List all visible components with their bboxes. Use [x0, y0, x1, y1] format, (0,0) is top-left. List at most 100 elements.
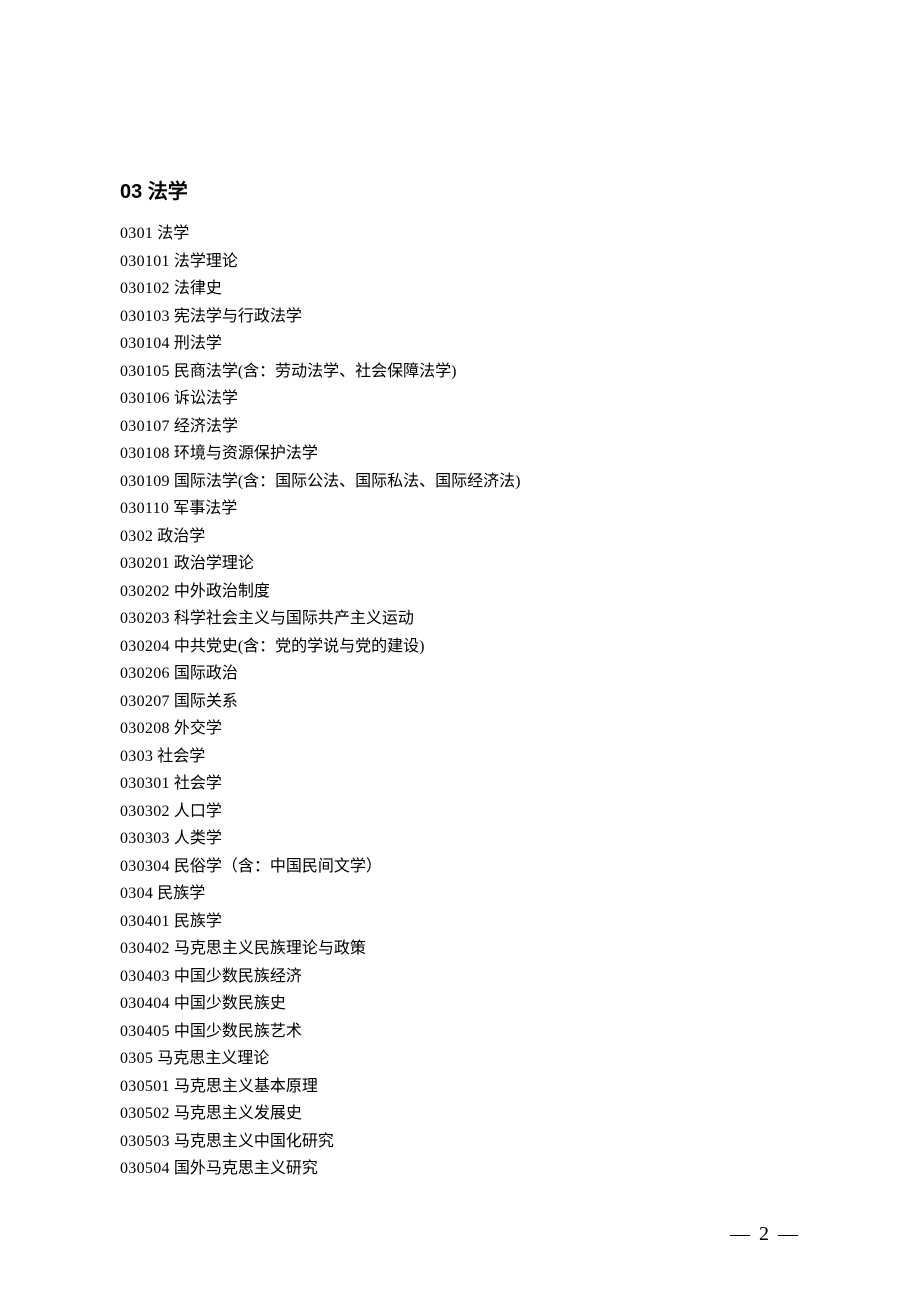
list-item: 030404中国少数民族史 — [120, 990, 800, 1018]
entry-text: 马克思主义基本原理 — [174, 1078, 318, 1095]
list-item: 0301法学 — [120, 220, 800, 248]
entry-code: 0303 — [120, 748, 153, 765]
entry-text: 社会学 — [157, 748, 205, 765]
entry-text: 政治学 — [157, 528, 205, 545]
list-item: 030207国际关系 — [120, 688, 800, 716]
list-item: 030102法律史 — [120, 275, 800, 303]
list-item: 030108环境与资源保护法学 — [120, 440, 800, 468]
page-number: — 2 — — [730, 1223, 800, 1246]
list-item: 030109国际法学(含：国际公法、国际私法、国际经济法) — [120, 468, 800, 496]
entry-code: 030302 — [120, 803, 170, 820]
heading-code: 03 — [120, 181, 142, 203]
entry-code: 030102 — [120, 280, 170, 297]
entry-text: 民族学 — [157, 885, 205, 902]
entry-code: 030108 — [120, 445, 170, 462]
entry-code: 030503 — [120, 1133, 170, 1150]
entry-code: 030109 — [120, 473, 170, 490]
list-item: 030204中共党史(含：党的学说与党的建设) — [120, 633, 800, 661]
entry-code: 030304 — [120, 858, 170, 875]
entry-text: 经济法学 — [174, 418, 238, 435]
entry-code: 0305 — [120, 1050, 153, 1067]
entry-code: 030101 — [120, 253, 170, 270]
section-heading: 03 法学 — [120, 175, 800, 204]
list-item: 030104刑法学 — [120, 330, 800, 358]
list-item: 030504国外马克思主义研究 — [120, 1155, 800, 1183]
list-item: 030103宪法学与行政法学 — [120, 303, 800, 331]
entry-text: 环境与资源保护法学 — [174, 445, 318, 462]
list-item: 030105民商法学(含：劳动法学、社会保障法学) — [120, 358, 800, 386]
list-item: 030502马克思主义发展史 — [120, 1100, 800, 1128]
entry-text: 中外政治制度 — [174, 583, 270, 600]
entry-code: 030401 — [120, 913, 170, 930]
entry-code: 030208 — [120, 720, 170, 737]
list-item: 030110军事法学 — [120, 495, 800, 523]
entry-text: 中国少数民族史 — [174, 995, 286, 1012]
entry-code: 030110 — [120, 500, 169, 517]
entry-text: 马克思主义发展史 — [174, 1105, 302, 1122]
entry-text: 马克思主义民族理论与政策 — [174, 940, 366, 957]
entry-code: 030502 — [120, 1105, 170, 1122]
entry-text: 国际关系 — [174, 693, 238, 710]
entry-text: 民商法学(含：劳动法学、社会保障法学) — [174, 363, 457, 380]
list-item: 0302政治学 — [120, 523, 800, 551]
entry-text: 中国少数民族艺术 — [174, 1023, 302, 1040]
document-page: 03 法学 0301法学030101法学理论030102法律史030103宪法学… — [0, 0, 920, 1183]
list-item: 030301社会学 — [120, 770, 800, 798]
entry-text: 中共党史(含：党的学说与党的建设) — [174, 638, 425, 655]
entry-text: 社会学 — [174, 775, 222, 792]
heading-title: 法学 — [148, 181, 188, 203]
entry-code: 030501 — [120, 1078, 170, 1095]
entry-text: 法学理论 — [174, 253, 238, 270]
entry-code: 030201 — [120, 555, 170, 572]
list-item: 030403中国少数民族经济 — [120, 963, 800, 991]
entry-text: 国际法学(含：国际公法、国际私法、国际经济法) — [174, 473, 521, 490]
entry-code: 0301 — [120, 225, 153, 242]
list-item: 030203科学社会主义与国际共产主义运动 — [120, 605, 800, 633]
list-item: 030201政治学理论 — [120, 550, 800, 578]
entry-text: 民俗学（含：中国民间文学） — [174, 858, 382, 875]
entry-text: 马克思主义中国化研究 — [174, 1133, 334, 1150]
list-item: 030107经济法学 — [120, 413, 800, 441]
entry-code: 030402 — [120, 940, 170, 957]
entry-text: 人类学 — [174, 830, 222, 847]
entry-code: 030207 — [120, 693, 170, 710]
list-item: 0303社会学 — [120, 743, 800, 771]
entry-list: 0301法学030101法学理论030102法律史030103宪法学与行政法学0… — [120, 220, 800, 1183]
entry-text: 政治学理论 — [174, 555, 254, 572]
entry-text: 人口学 — [174, 803, 222, 820]
list-item: 030405中国少数民族艺术 — [120, 1018, 800, 1046]
entry-text: 法学 — [157, 225, 189, 242]
list-item: 030503马克思主义中国化研究 — [120, 1128, 800, 1156]
entry-code: 030405 — [120, 1023, 170, 1040]
list-item: 030302人口学 — [120, 798, 800, 826]
entry-text: 民族学 — [174, 913, 222, 930]
entry-code: 030404 — [120, 995, 170, 1012]
entry-text: 中国少数民族经济 — [174, 968, 302, 985]
entry-text: 诉讼法学 — [174, 390, 238, 407]
list-item: 030106诉讼法学 — [120, 385, 800, 413]
list-item: 030401民族学 — [120, 908, 800, 936]
entry-code: 030504 — [120, 1160, 170, 1177]
list-item: 030501马克思主义基本原理 — [120, 1073, 800, 1101]
entry-code: 030103 — [120, 308, 170, 325]
entry-text: 法律史 — [174, 280, 222, 297]
entry-text: 科学社会主义与国际共产主义运动 — [174, 610, 414, 627]
list-item: 030101法学理论 — [120, 248, 800, 276]
entry-code: 030203 — [120, 610, 170, 627]
entry-code: 030105 — [120, 363, 170, 380]
list-item: 030303人类学 — [120, 825, 800, 853]
entry-text: 国外马克思主义研究 — [174, 1160, 318, 1177]
entry-code: 030104 — [120, 335, 170, 352]
list-item: 030202中外政治制度 — [120, 578, 800, 606]
list-item: 030304民俗学（含：中国民间文学） — [120, 853, 800, 881]
entry-text: 外交学 — [174, 720, 222, 737]
entry-code: 030301 — [120, 775, 170, 792]
list-item: 0304民族学 — [120, 880, 800, 908]
entry-text: 军事法学 — [173, 500, 237, 517]
entry-text: 刑法学 — [174, 335, 222, 352]
entry-code: 0304 — [120, 885, 153, 902]
list-item: 030206国际政治 — [120, 660, 800, 688]
entry-text: 国际政治 — [174, 665, 238, 682]
entry-code: 030206 — [120, 665, 170, 682]
entry-text: 宪法学与行政法学 — [174, 308, 302, 325]
